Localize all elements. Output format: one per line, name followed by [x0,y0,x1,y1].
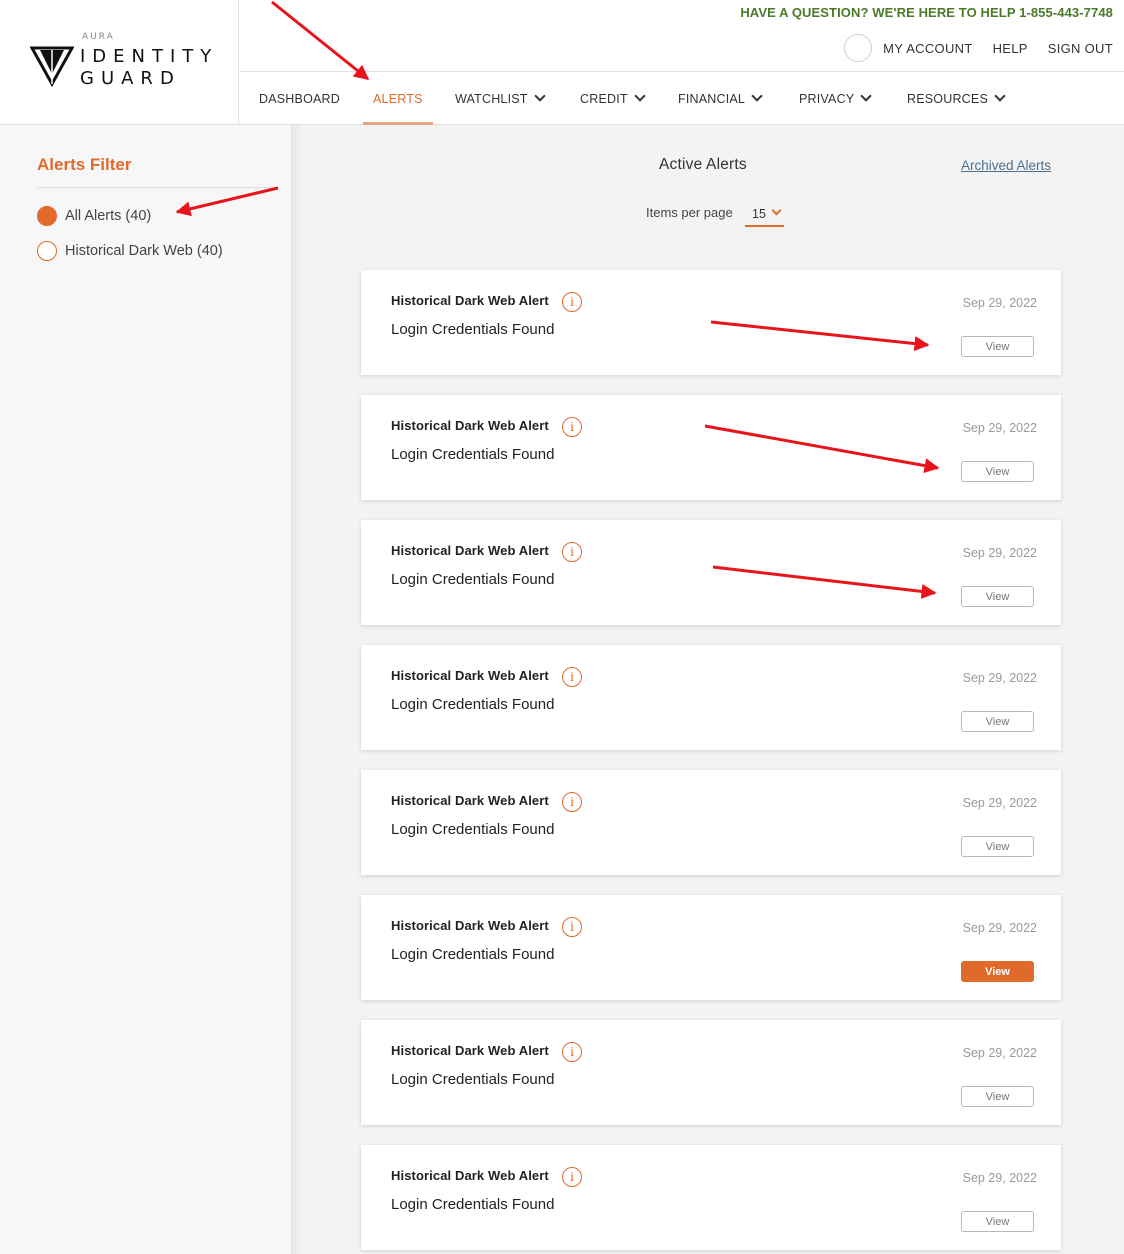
radio-selected-icon[interactable] [37,206,57,226]
panel-shadow [291,125,303,1254]
nav-alerts-label: ALERTS [373,91,423,106]
alert-date: Sep 29, 2022 [962,421,1037,435]
alert-title: Historical Dark Web Alert [391,543,549,558]
archived-alerts-link[interactable]: Archived Alerts [961,158,1051,173]
alert-card: Historical Dark Web Alert i Login Credenti… [361,645,1061,750]
filter-historical-dark-web-label: Historical Dark Web (40) [65,243,223,259]
view-alert-button[interactable]: View [961,461,1034,482]
alerts-main: Active Alerts Archived Alerts Items per … [291,125,1124,1254]
alert-card: Historical Dark Web Alert i Login Credenti… [361,895,1061,1000]
items-per-page-value: 15 [752,207,766,221]
view-alert-button[interactable]: View [961,336,1034,357]
view-alert-button[interactable]: View [961,961,1034,982]
nav-dashboard[interactable]: DASHBOARD [259,72,340,125]
alert-date: Sep 29, 2022 [962,1046,1037,1060]
info-circle-icon[interactable]: i [562,542,582,562]
alert-title: Historical Dark Web Alert [391,1168,549,1183]
nav-resources-label: RESOURCES [907,91,988,106]
chevron-down-icon [860,90,873,102]
logo-text-guard: GUARD [80,68,181,89]
alert-subtitle: Login Credentials Found [391,446,555,463]
info-circle-icon[interactable]: i [562,292,582,312]
info-circle-icon[interactable]: i [562,667,582,687]
avatar[interactable] [844,34,873,62]
top-header: AURA IDENTITY GUARD HAVE A QUESTION? WE'… [0,0,1124,125]
view-alert-button[interactable]: View [961,1211,1034,1232]
alert-title: Historical Dark Web Alert [391,918,549,933]
alert-date: Sep 29, 2022 [962,671,1037,685]
help-phone-text: HAVE A QUESTION? WE'RE HERE TO HELP 1-85… [740,5,1113,20]
alert-subtitle: Login Credentials Found [391,946,555,963]
alert-title: Historical Dark Web Alert [391,668,549,683]
view-alert-button[interactable]: View [961,1086,1034,1107]
alert-card: Historical Dark Web Alert i Login Credenti… [361,520,1061,625]
filter-all-alerts-label: All Alerts (40) [65,208,152,224]
nav-dashboard-label: DASHBOARD [259,91,340,106]
items-per-page-select[interactable]: 15 [745,203,784,227]
alerts-filter-sidebar: Alerts Filter All Alerts (40) Historical… [0,125,291,1254]
nav-credit-label: CREDIT [580,91,628,106]
view-alert-button[interactable]: View [961,711,1034,732]
info-circle-icon[interactable]: i [562,917,582,937]
alert-card: Historical Dark Web Alert i Login Credenti… [361,1145,1061,1250]
alert-title: Historical Dark Web Alert [391,793,549,808]
info-circle-icon[interactable]: i [562,1042,582,1062]
nav-watchlist[interactable]: WATCHLIST [455,72,546,125]
items-per-page-label: Items per page [646,205,733,220]
alert-card: Historical Dark Web Alert i Login Credenti… [361,270,1061,375]
nav-watchlist-label: WATCHLIST [455,91,528,106]
filter-historical-dark-web[interactable]: Historical Dark Web (40) [37,241,223,261]
alert-title: Historical Dark Web Alert [391,1043,549,1058]
chevron-down-icon [634,90,646,102]
alert-subtitle: Login Credentials Found [391,571,555,588]
alert-date: Sep 29, 2022 [962,546,1037,560]
main-nav: DASHBOARD ALERTS WATCHLIST CREDIT FINANC… [240,71,1124,125]
filter-title: Alerts Filter [37,155,132,174]
info-circle-icon[interactable]: i [562,792,582,812]
nav-privacy[interactable]: PRIVACY [799,72,873,125]
radio-unselected-icon[interactable] [37,241,57,261]
logo-text-identity: IDENTITY [80,46,219,67]
alert-card: Historical Dark Web Alert i Login Credenti… [361,395,1061,500]
alert-date: Sep 29, 2022 [962,796,1037,810]
nav-resources[interactable]: RESOURCES [907,72,1006,125]
nav-credit[interactable]: CREDIT [580,72,646,125]
my-account-link[interactable]: MY ACCOUNT [883,41,972,56]
view-alert-button[interactable]: View [961,586,1034,607]
logo-brand: AURA [82,32,115,42]
info-circle-icon[interactable]: i [562,1167,582,1187]
nav-privacy-label: PRIVACY [799,91,855,106]
alert-date: Sep 29, 2022 [962,296,1037,310]
identity-guard-logo-icon [30,46,74,88]
filter-divider [37,187,277,188]
info-circle-icon[interactable]: i [562,417,582,437]
chevron-down-icon [771,205,782,216]
chevron-down-icon [533,90,546,102]
alert-card: Historical Dark Web Alert i Login Credenti… [361,1020,1061,1125]
alert-card: Historical Dark Web Alert i Login Credenti… [361,770,1061,875]
sign-out-link[interactable]: SIGN OUT [1048,41,1113,56]
alert-subtitle: Login Credentials Found [391,1071,555,1088]
alert-subtitle: Login Credentials Found [391,821,555,838]
account-links: MY ACCOUNT HELP SIGN OUT [844,34,1113,62]
nav-financial[interactable]: FINANCIAL [678,72,763,125]
page-title: Active Alerts [659,156,747,173]
chevron-down-icon [751,90,763,102]
alert-date: Sep 29, 2022 [962,921,1037,935]
alert-date: Sep 29, 2022 [962,1171,1037,1185]
alert-subtitle: Login Credentials Found [391,696,555,713]
logo[interactable]: AURA IDENTITY GUARD [0,0,239,124]
chevron-down-icon [994,90,1006,102]
filter-all-alerts[interactable]: All Alerts (40) [37,206,151,226]
alert-title: Historical Dark Web Alert [391,418,549,433]
alert-subtitle: Login Credentials Found [391,321,555,338]
nav-financial-label: FINANCIAL [678,91,746,106]
alert-title: Historical Dark Web Alert [391,293,549,308]
nav-alerts[interactable]: ALERTS [363,72,433,125]
alert-subtitle: Login Credentials Found [391,1196,555,1213]
view-alert-button[interactable]: View [961,836,1034,857]
help-link[interactable]: HELP [993,41,1028,56]
